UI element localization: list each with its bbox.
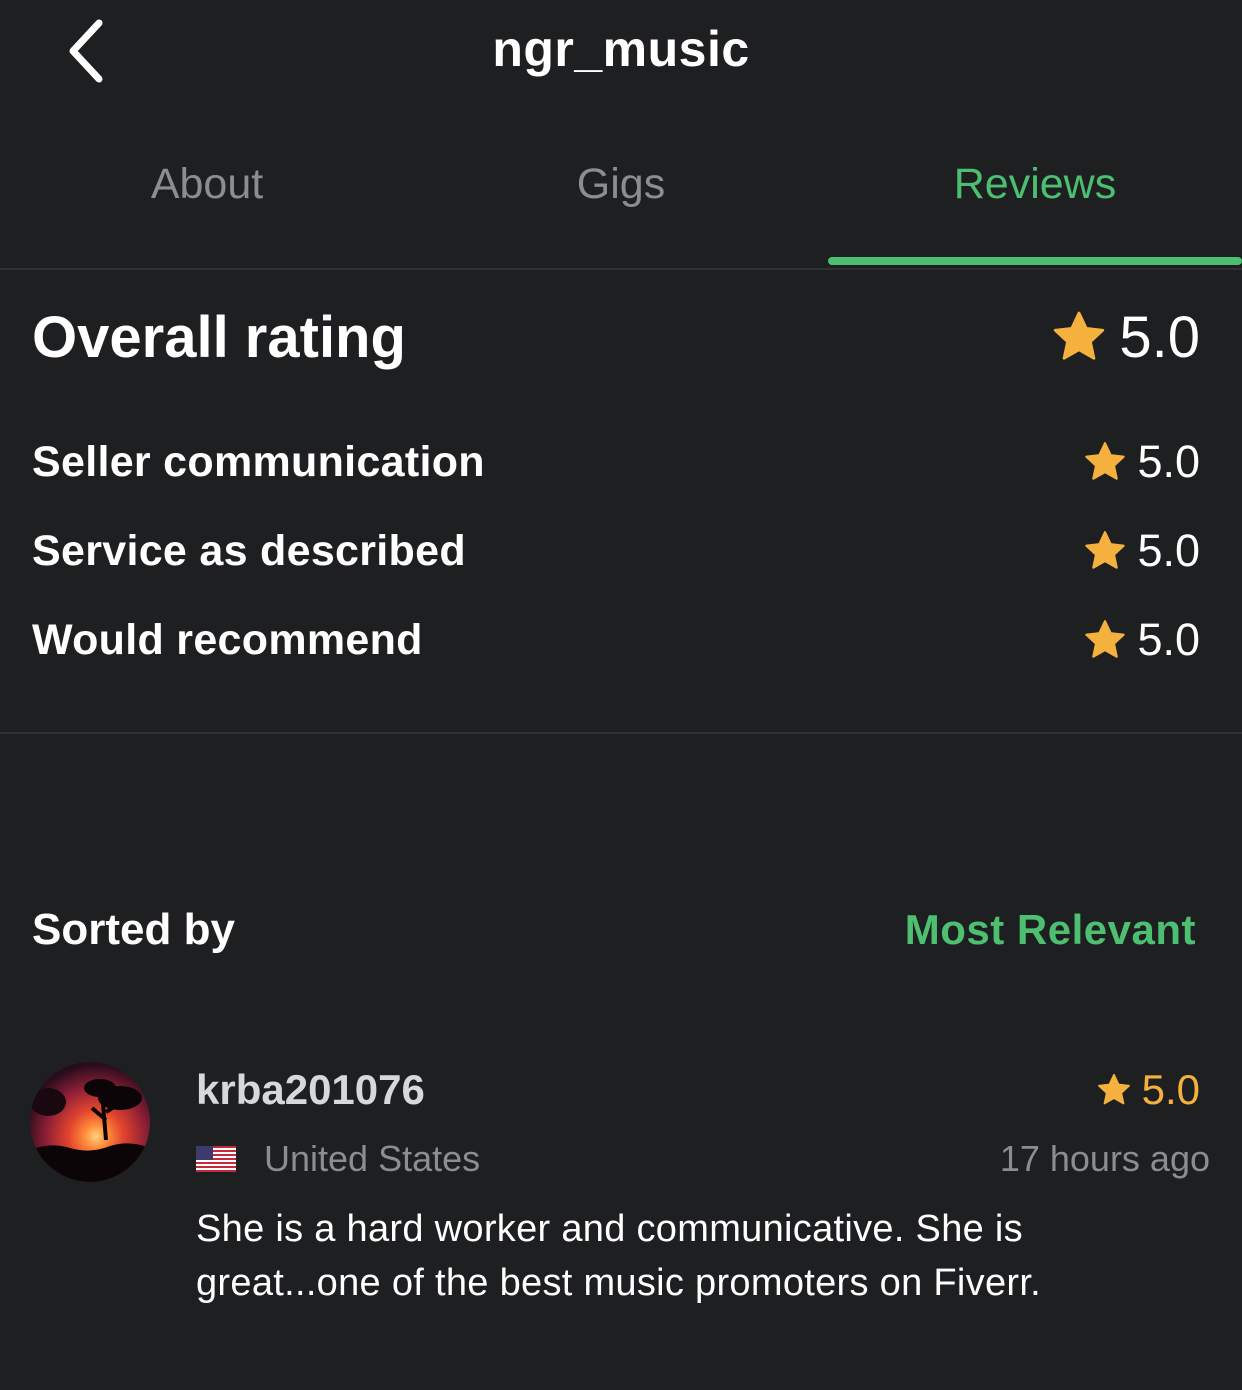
rating-row: Would recommend 5.0 xyxy=(32,614,1200,666)
review-text: She is a hard worker and communicative. … xyxy=(196,1208,1042,1304)
rating-score: 5.0 xyxy=(1083,614,1200,666)
overall-rating-row: Overall rating 5.0 xyxy=(32,302,1200,372)
review-score: 5.0 xyxy=(1096,1066,1200,1114)
rating-row: Seller communication 5.0 xyxy=(32,436,1200,488)
sort-label: Sorted by xyxy=(32,905,235,954)
app-header: ngr_music xyxy=(0,0,1242,110)
star-icon xyxy=(1097,1073,1130,1105)
rating-value: 5.0 xyxy=(1137,614,1200,665)
rating-label: Service as described xyxy=(32,526,466,575)
reviewer-country: United States xyxy=(196,1138,480,1180)
review-score-value: 5.0 xyxy=(1141,1066,1200,1113)
page-title: ngr_music xyxy=(492,21,750,77)
star-icon xyxy=(1085,442,1126,480)
rating-value: 5.0 xyxy=(1137,525,1200,576)
active-tab-indicator xyxy=(828,257,1242,265)
rating-label: Seller communication xyxy=(32,437,485,486)
tab-gigs[interactable]: Gigs xyxy=(414,160,828,220)
reviewer-username[interactable]: krba201076 xyxy=(196,1066,425,1114)
rating-score: 5.0 xyxy=(1083,436,1200,488)
review-item: krba201076 5.0 United States 17 hours ag… xyxy=(0,1050,1242,1390)
overall-rating-label: Overall rating xyxy=(32,304,406,370)
us-flag-icon xyxy=(196,1146,236,1172)
sunset-silhouette-image xyxy=(30,1079,150,1182)
rating-label: Would recommend xyxy=(32,615,423,664)
overall-rating-score: 5.0 xyxy=(1051,304,1200,371)
rating-row: Service as described 5.0 xyxy=(32,525,1200,577)
review-timestamp: 17 hours ago xyxy=(999,1138,1210,1179)
rating-score: 5.0 xyxy=(1083,525,1200,577)
rating-summary: Overall rating 5.0 Seller communication … xyxy=(0,270,1242,734)
star-icon xyxy=(1054,311,1105,360)
star-icon xyxy=(1085,531,1126,569)
sort-bar: Sorted by Most Relevant xyxy=(32,905,1196,955)
avatar[interactable] xyxy=(30,1062,150,1182)
tab-about[interactable]: About xyxy=(0,160,414,220)
rating-value: 5.0 xyxy=(1137,436,1200,487)
star-icon xyxy=(1085,620,1126,658)
sort-option-button[interactable]: Most Relevant xyxy=(905,906,1196,954)
country-name: United States xyxy=(264,1138,481,1179)
overall-rating-value: 5.0 xyxy=(1119,304,1200,370)
tab-bar: About Gigs Reviews xyxy=(0,140,1242,270)
tab-reviews[interactable]: Reviews xyxy=(828,160,1242,220)
